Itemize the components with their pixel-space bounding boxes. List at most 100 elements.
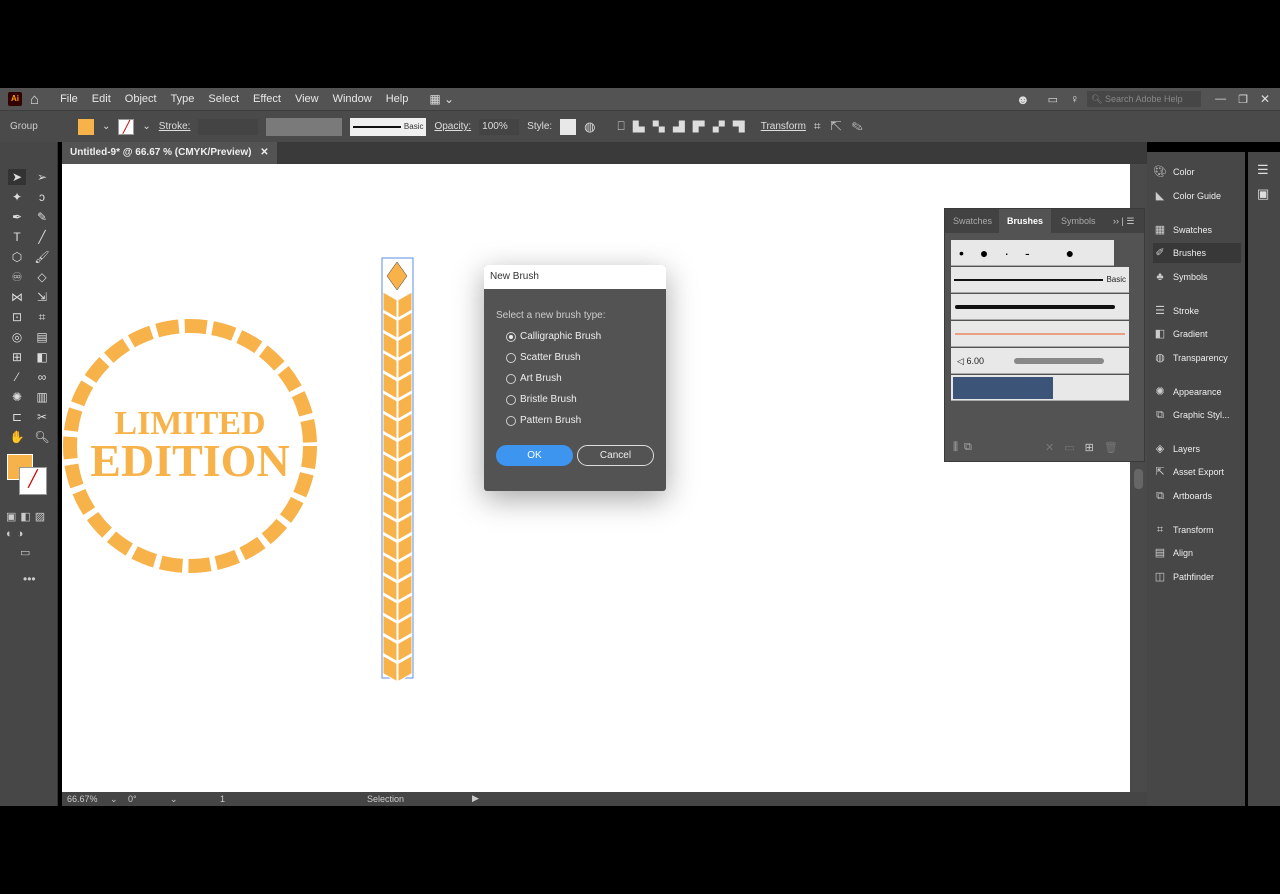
gradient-tool-icon[interactable]: ◧ [33, 349, 51, 365]
close-tab-icon[interactable]: ✕ [260, 147, 268, 158]
lightbulb-icon[interactable]: ♀ [1070, 92, 1079, 106]
dock-item-gradient[interactable]: ◧ Gradient [1153, 324, 1241, 344]
menu-window[interactable]: Window [326, 93, 379, 105]
radio-art[interactable]: Art Brush [506, 373, 562, 384]
bristle-brush[interactable]: ◁ 6.00 [951, 348, 1129, 374]
selection-tool-icon[interactable]: ➤ [8, 169, 26, 185]
limited-edition-badge[interactable]: LIMITED EDITION [63, 319, 317, 573]
chevron-down-icon[interactable]: ⌄ [110, 794, 118, 805]
chevron-down-icon[interactable]: ⌄ [142, 121, 150, 132]
dock-item-swatches[interactable]: ▦ Swatches [1153, 220, 1241, 240]
style-swatch[interactable] [560, 118, 577, 135]
minimize-button[interactable]: — [1215, 93, 1226, 105]
paintbrush-icon[interactable]: 🖌︎ [33, 249, 51, 265]
pattern-brush[interactable] [951, 375, 1129, 401]
magic-wand-icon[interactable]: ✦ [8, 189, 26, 205]
art-brush-arrow[interactable] [951, 321, 1129, 347]
eraser-icon[interactable]: ◇ [33, 269, 51, 285]
basic-brush[interactable]: Basic [951, 267, 1129, 293]
dock-item-artboards[interactable]: ⧉ Artboards [1153, 486, 1241, 506]
stroke-label[interactable]: Stroke: [159, 121, 191, 132]
current-tool[interactable]: Selection [367, 794, 404, 804]
dock-item-pathfinder[interactable]: ◫ Pathfinder [1153, 567, 1241, 587]
brush-actions-icons[interactable]: ✕▭⊞🗑︎ [1045, 441, 1128, 454]
direct-selection-tool-icon[interactable]: ➢ [33, 169, 51, 185]
close-window-button[interactable]: ✕ [1260, 92, 1270, 106]
menu-type[interactable]: Type [164, 93, 202, 105]
panel-icon[interactable]: ▭ [1048, 93, 1058, 106]
opacity-label[interactable]: Opacity: [434, 121, 471, 132]
zoom-level[interactable]: 66.67% [67, 794, 98, 804]
perspective-icon[interactable]: ▤ [33, 329, 51, 345]
screen-mode-icon[interactable]: ▭ [20, 546, 30, 559]
radio-calligraphic[interactable]: Calligraphic Brush [506, 331, 601, 342]
shape-builder-icon[interactable]: ◎ [8, 329, 26, 345]
dock-item-asset-export[interactable]: ⇱ Asset Export [1153, 462, 1241, 482]
tab-swatches[interactable]: Swatches [945, 209, 1000, 233]
panel-menu-icon[interactable]: ›› | ☰ [1105, 209, 1142, 233]
brush-definition[interactable]: Basic [350, 117, 427, 136]
chevron-pattern-tile[interactable] [381, 257, 414, 683]
ok-button[interactable]: OK [496, 445, 573, 466]
dock-item-stroke[interactable]: ☰ Stroke [1153, 301, 1241, 321]
eyedropper-icon[interactable]: ⁄ [8, 369, 26, 385]
dock-item-brushes[interactable]: ✐ Brushes [1153, 243, 1241, 263]
dock-item-appearance[interactable]: ✺ Appearance [1153, 382, 1241, 402]
shaper-icon[interactable]: ♾ [8, 269, 26, 285]
symbol-sprayer-icon[interactable]: ✺ [8, 389, 26, 405]
more-tools-icon[interactable]: ••• [23, 572, 36, 586]
graph-icon[interactable]: ▥ [33, 389, 51, 405]
pen-tool-icon[interactable]: ✒ [8, 209, 26, 225]
menu-file[interactable]: File [53, 93, 85, 105]
menu-help[interactable]: Help [379, 93, 416, 105]
cancel-button[interactable]: Cancel [577, 445, 654, 466]
hand-icon[interactable]: ✋ [8, 429, 26, 445]
workspace-switcher-icon[interactable]: ▦ ⌄ [429, 92, 454, 106]
stroke-weight-input[interactable] [198, 118, 259, 135]
calligraphic-brushes-row[interactable]: •●·‐ ● [951, 240, 1114, 266]
brush-libraries-icon[interactable]: ⫼⧉ [953, 441, 978, 454]
dock-item-align[interactable]: ▤ Align [1153, 543, 1241, 563]
dock-item-transparency[interactable]: ◍ Transparency [1153, 348, 1241, 368]
color-mode-icons[interactable]: ▣◧▨ [6, 510, 54, 523]
blend-icon[interactable]: ∞ [33, 369, 51, 385]
dock-item-transform[interactable]: ⌗ Transform [1153, 520, 1241, 540]
menu-effect[interactable]: Effect [246, 93, 288, 105]
home-icon[interactable]: ⌂ [30, 91, 39, 108]
dock-item-color[interactable]: 🎨︎ Color [1153, 162, 1241, 182]
chevron-down-icon[interactable]: ⌄ [102, 121, 110, 132]
radio-scatter[interactable]: Scatter Brush [506, 352, 581, 363]
charcoal-brush[interactable] [951, 294, 1129, 320]
ellipse-tool-icon[interactable]: ⬡ [8, 249, 26, 265]
draw-mode-icons[interactable]: ◐◑ [6, 528, 54, 540]
zoom-icon[interactable]: 🔍︎ [33, 429, 51, 445]
document-tab[interactable]: Untitled-9* @ 66.67 % (CMYK/Preview) ✕ [62, 142, 277, 164]
fill-swatch[interactable] [78, 118, 94, 135]
artboard-icon[interactable]: ⊏ [8, 409, 26, 425]
rotation[interactable]: 0° [128, 794, 137, 804]
play-icon[interactable]: ▶ [472, 793, 479, 804]
user-icon[interactable]: ☻ [1016, 92, 1030, 107]
variable-width-profile[interactable] [266, 117, 343, 136]
search-input[interactable]: 🔍︎ Search Adobe Help [1087, 91, 1202, 107]
width-tool-icon[interactable]: ⊡ [8, 309, 26, 325]
tab-brushes[interactable]: Brushes [999, 209, 1052, 233]
slice-icon[interactable]: ✂ [33, 409, 51, 425]
dock-item-color-guide[interactable]: ◣ Color Guide [1153, 186, 1241, 206]
free-transform-icon[interactable]: ⌗ [33, 309, 51, 325]
stroke-swatch[interactable]: ╱ [118, 118, 135, 135]
type-tool-icon[interactable]: T [8, 229, 26, 245]
align-icons[interactable]: ⎕▙▚▟▛▞▜ [618, 119, 753, 134]
menu-view[interactable]: View [288, 93, 326, 105]
dock-item-graphic-styl[interactable]: ⧉ Graphic Styl... [1153, 405, 1241, 425]
reflect-icon[interactable]: ⋈ [8, 289, 26, 305]
mesh-icon[interactable]: ⊞ [8, 349, 26, 365]
recolor-icon[interactable]: ◍ [584, 119, 595, 135]
properties-icon[interactable]: ☰ [1257, 162, 1269, 178]
dock-item-layers[interactable]: ◈ Layers [1153, 439, 1241, 459]
artboard-number[interactable]: 1 [220, 794, 225, 804]
restore-button[interactable]: ❐ [1238, 93, 1248, 106]
curvature-icon[interactable]: ✎ [33, 209, 51, 225]
lasso-icon[interactable]: ↄ [33, 189, 51, 205]
opacity-input[interactable]: 100% [479, 118, 520, 135]
